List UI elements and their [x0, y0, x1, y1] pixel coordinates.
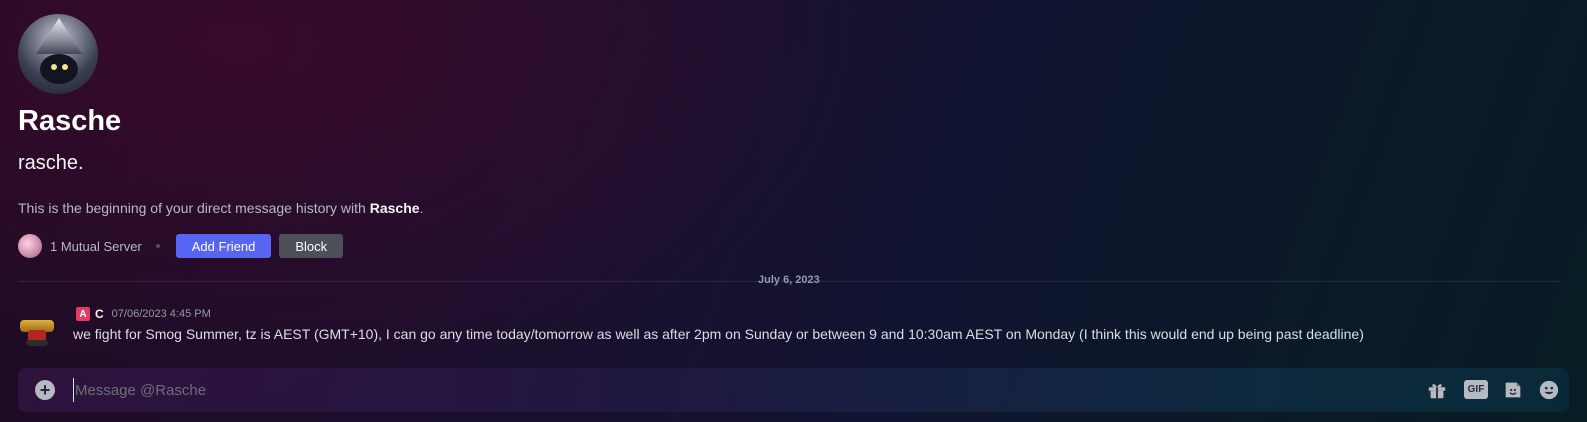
date-divider-label: July 6, 2023: [758, 274, 820, 286]
block-button[interactable]: Block: [279, 234, 344, 258]
sticker-icon[interactable]: [1502, 379, 1524, 401]
plus-circle-icon[interactable]: +: [35, 380, 55, 400]
separator-dot: [155, 244, 160, 248]
message-content: we fight for Smog Summer, tz is AEST (GM…: [73, 326, 1364, 342]
mutual-server-icon[interactable]: [18, 234, 42, 258]
add-friend-button[interactable]: Add Friend: [175, 234, 272, 258]
avatar-feet: [26, 340, 48, 346]
intro-prefix: This is the beginning of your direct mes…: [18, 200, 370, 216]
gift-icon[interactable]: [1426, 379, 1448, 401]
profile-display-name: Rasche: [18, 105, 122, 137]
message-author[interactable]: C: [95, 307, 104, 321]
gif-icon[interactable]: GIF: [1464, 380, 1488, 399]
avatar-eye: [62, 64, 68, 70]
avatar-eye: [51, 64, 57, 70]
profile-header: [18, 14, 98, 94]
mutual-row: 1 Mutual Server Add Friend Block: [18, 234, 344, 258]
mutual-servers-link[interactable]: 1 Mutual Server: [50, 239, 142, 254]
message-composer: + GIF: [18, 368, 1569, 412]
message-avatar[interactable]: [18, 308, 58, 348]
avatar-hat: [36, 18, 82, 54]
message-item: A C 07/06/2023 4:45 PM we fight for Smog…: [18, 304, 1567, 348]
avatar-face: [40, 54, 78, 84]
message-timestamp: 07/06/2023 4:45 PM: [111, 308, 211, 320]
emoji-icon[interactable]: [1538, 379, 1560, 401]
role-badge[interactable]: A: [76, 307, 90, 321]
intro-name: Rasche: [369, 200, 420, 216]
dm-intro-text: This is the beginning of your direct mes…: [18, 200, 423, 216]
message-header: A C 07/06/2023 4:45 PM: [76, 306, 211, 322]
intro-suffix: .: [419, 200, 424, 216]
message-input[interactable]: [73, 378, 1373, 402]
profile-username: rasche.: [18, 152, 84, 174]
profile-avatar[interactable]: [18, 14, 98, 94]
